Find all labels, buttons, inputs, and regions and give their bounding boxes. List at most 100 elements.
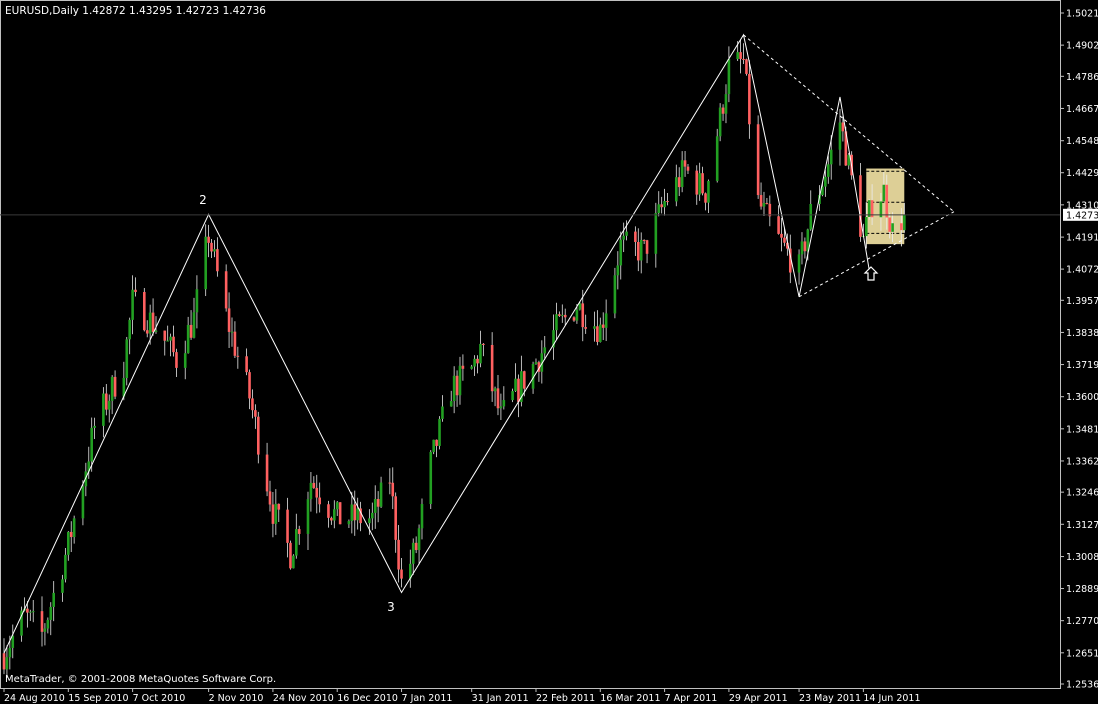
- candle-body: [31, 611, 35, 613]
- candle: [634, 226, 637, 256]
- candle-body: [315, 487, 319, 498]
- candle-body: [236, 355, 240, 357]
- candle-body: [5, 657, 9, 670]
- candle: [110, 375, 114, 415]
- candle: [666, 192, 669, 206]
- candle-body: [420, 503, 424, 529]
- candle-body: [718, 107, 722, 137]
- candle-body: [885, 184, 889, 218]
- candle: [748, 60, 751, 139]
- y-tick-label: 1.41910: [1066, 233, 1098, 244]
- candle-body: [578, 303, 582, 310]
- candle-body: [245, 356, 248, 373]
- candle-body: [499, 406, 503, 409]
- candle: [660, 196, 663, 214]
- candle-body: [558, 314, 561, 316]
- candle-body: [616, 265, 620, 276]
- candle: [330, 516, 333, 525]
- candle-body: [707, 180, 710, 203]
- candle: [677, 167, 681, 197]
- candle: [683, 151, 687, 177]
- candle: [797, 249, 801, 285]
- x-tick-label: 7 Oct 2010: [133, 693, 186, 704]
- y-tick-label: 1.44295: [1066, 168, 1098, 179]
- candle: [543, 336, 547, 360]
- candle-body: [666, 201, 669, 203]
- candle-body: [555, 314, 558, 331]
- candle-body: [29, 611, 32, 613]
- x-tick-label: 29 Apr 2011: [729, 693, 788, 704]
- candle: [289, 540, 292, 570]
- candle-body: [327, 504, 330, 518]
- candle: [49, 602, 53, 636]
- candle-body: [268, 491, 272, 505]
- candle-body: [295, 529, 298, 556]
- candle-body: [189, 324, 193, 338]
- price-chart[interactable]: 1.50210 1.49020 1.47865 1.46675 1.45480 1.442…: [0, 0, 1098, 704]
- candle: [394, 492, 397, 553]
- chart-window: 1.50210 1.49020 1.47865 1.46675 1.45480 1.442…: [0, 0, 1098, 704]
- candle-body: [683, 160, 687, 167]
- candle: [350, 491, 354, 534]
- candle: [455, 370, 459, 407]
- candle-body: [350, 504, 354, 522]
- candle: [359, 501, 362, 532]
- candle-body: [40, 611, 44, 632]
- candle-body: [490, 344, 494, 392]
- candle: [131, 275, 134, 335]
- candle-body: [634, 231, 637, 242]
- candle: [645, 239, 649, 264]
- candle: [654, 202, 658, 268]
- wave-label-2: 2: [199, 193, 207, 207]
- candle-body: [216, 249, 219, 272]
- candle: [601, 312, 605, 341]
- candle-body: [596, 326, 599, 342]
- candle: [52, 581, 55, 622]
- candle: [163, 330, 167, 356]
- time-axis: 24 Aug 2010 15 Sep 2010 7 Oct 2010 2 Nov 20…: [3, 688, 921, 704]
- candle: [318, 482, 321, 513]
- candle: [230, 317, 234, 347]
- candle-body: [429, 451, 433, 504]
- candle: [64, 547, 67, 583]
- candle: [169, 333, 172, 357]
- candle-body: [134, 289, 137, 293]
- candles: [2, 40, 906, 679]
- candle-body: [107, 400, 111, 410]
- candle: [105, 384, 108, 416]
- candle-body: [169, 336, 172, 341]
- candle-body: [207, 236, 210, 243]
- candle: [616, 251, 620, 290]
- candle: [479, 330, 482, 368]
- candle: [707, 179, 710, 213]
- candle: [572, 316, 576, 322]
- candle-body: [338, 502, 342, 525]
- candle: [461, 354, 465, 381]
- candle-body: [411, 542, 415, 564]
- candle: [315, 474, 319, 514]
- candle: [297, 525, 301, 545]
- candle-body: [64, 554, 67, 580]
- candle-body: [695, 170, 699, 195]
- candle: [432, 439, 435, 455]
- candle: [420, 498, 424, 540]
- candle-body: [43, 628, 47, 632]
- candle: [745, 58, 748, 76]
- candle-body: [52, 592, 55, 607]
- candle-body: [210, 242, 213, 252]
- candle: [400, 557, 403, 588]
- x-tick-label: 22 Feb 2011: [536, 693, 595, 704]
- candle: [452, 366, 456, 414]
- candle-body: [251, 398, 254, 411]
- up-arrow-icon: [863, 266, 879, 281]
- candle: [143, 287, 146, 332]
- candle: [622, 222, 625, 253]
- y-tick-label: 1.25360: [1066, 680, 1098, 691]
- x-tick-label: 31 Jan 2011: [472, 693, 529, 704]
- y-tick-label: 1.28895: [1066, 584, 1098, 595]
- candle-body: [69, 531, 73, 538]
- candle-body: [438, 418, 441, 446]
- candle-body: [522, 371, 526, 389]
- candle: [166, 325, 169, 342]
- candle-body: [511, 391, 514, 401]
